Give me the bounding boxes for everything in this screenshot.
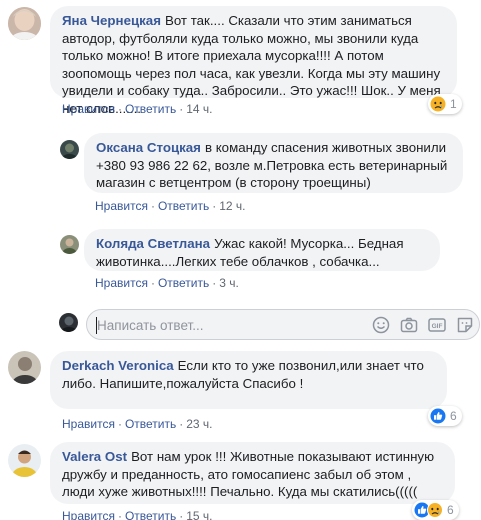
reply-box[interactable]: GIF bbox=[86, 309, 480, 340]
separator: · bbox=[117, 509, 122, 520]
reaction-count: 6 bbox=[450, 409, 457, 423]
reply-link[interactable]: Ответить bbox=[125, 417, 176, 431]
camera-icon[interactable] bbox=[399, 315, 419, 335]
comment-author[interactable]: Оксана Стоцкая bbox=[96, 140, 201, 155]
reply-link[interactable]: Ответить bbox=[125, 509, 176, 520]
comment-author[interactable]: Коляда Светлана bbox=[96, 236, 210, 251]
avatar-photo bbox=[60, 140, 79, 159]
reaction-summary[interactable]: 1 bbox=[428, 94, 462, 114]
comment-bubble: Valera Ost Вот нам урок !!! Животные пока… bbox=[50, 442, 455, 504]
comment-time[interactable]: 3 ч. bbox=[219, 276, 239, 290]
like-link[interactable]: Нравится bbox=[62, 102, 115, 116]
comment-bubble: Яна Чернецкая Вот так.... Сказали что эти… bbox=[50, 6, 457, 116]
separator: · bbox=[179, 509, 184, 520]
separator: · bbox=[179, 102, 184, 116]
comment-bubble: Derkach Veronica Если кто то уже позвонил… bbox=[50, 351, 447, 409]
separator: · bbox=[212, 276, 217, 290]
avatar[interactable] bbox=[60, 235, 79, 254]
comment-author[interactable]: Valera Ost bbox=[62, 449, 127, 464]
separator: · bbox=[150, 276, 155, 290]
comment-time[interactable]: 12 ч. bbox=[219, 199, 245, 213]
reaction-summary[interactable]: 6 bbox=[412, 500, 459, 520]
avatar[interactable] bbox=[8, 444, 41, 477]
gif-icon[interactable]: GIF bbox=[427, 315, 447, 335]
comment-bubble: Оксана Стоцкая в команду спасения животны… bbox=[84, 133, 463, 193]
reaction-count: 6 bbox=[447, 503, 454, 517]
reaction-summary[interactable]: 6 bbox=[428, 406, 462, 426]
avatar[interactable] bbox=[60, 140, 79, 159]
separator: · bbox=[117, 102, 122, 116]
avatar-photo bbox=[59, 313, 78, 332]
comment-text: Вот так.... Сказали что этим заниматься … bbox=[62, 13, 441, 116]
comment-time[interactable]: 14 ч. bbox=[186, 102, 212, 116]
like-link[interactable]: Нравится bbox=[62, 509, 115, 520]
reply-link[interactable]: Ответить bbox=[125, 102, 176, 116]
comment-author[interactable]: Яна Чернецкая bbox=[62, 13, 161, 28]
comment-actions: Нравится · Ответить · 14 ч. bbox=[62, 102, 213, 116]
reply-link[interactable]: Ответить bbox=[158, 276, 209, 290]
like-link[interactable]: Нравится bbox=[95, 276, 148, 290]
comment-bubble: Коляда Светлана Ужас какой! Мусорка... Бе… bbox=[84, 229, 440, 271]
sad-reaction-icon bbox=[427, 502, 443, 518]
comment-author[interactable]: Derkach Veronica bbox=[62, 358, 174, 373]
emoji-icon[interactable] bbox=[371, 315, 391, 335]
comment-actions: Нравится · Ответить · 12 ч. bbox=[95, 199, 246, 213]
avatar-photo bbox=[8, 444, 41, 477]
avatar[interactable] bbox=[8, 351, 41, 384]
separator: · bbox=[117, 417, 122, 431]
like-link[interactable]: Нравится bbox=[62, 417, 115, 431]
comment-actions: Нравится · Ответить · 15 ч. bbox=[62, 509, 213, 520]
reply-link[interactable]: Ответить bbox=[158, 199, 209, 213]
avatar-photo bbox=[60, 235, 79, 254]
separator: · bbox=[179, 417, 184, 431]
sticker-icon[interactable] bbox=[455, 315, 475, 335]
current-user-avatar bbox=[59, 313, 78, 332]
avatar-photo bbox=[8, 351, 41, 384]
avatar-photo bbox=[8, 7, 41, 40]
svg-text:GIF: GIF bbox=[432, 323, 443, 330]
separator: · bbox=[212, 199, 217, 213]
comment-time[interactable]: 15 ч. bbox=[186, 509, 212, 520]
like-reaction-icon bbox=[430, 408, 446, 424]
comment-time[interactable]: 23 ч. bbox=[186, 417, 212, 431]
separator: · bbox=[150, 199, 155, 213]
comment-actions: Нравится · Ответить · 3 ч. bbox=[95, 276, 239, 290]
avatar[interactable] bbox=[8, 7, 41, 40]
reaction-count: 1 bbox=[450, 97, 457, 111]
comment-actions: Нравится · Ответить · 23 ч. bbox=[62, 417, 213, 431]
sad-reaction-icon bbox=[430, 96, 446, 112]
reply-input[interactable] bbox=[97, 316, 357, 334]
like-link[interactable]: Нравится bbox=[95, 199, 148, 213]
